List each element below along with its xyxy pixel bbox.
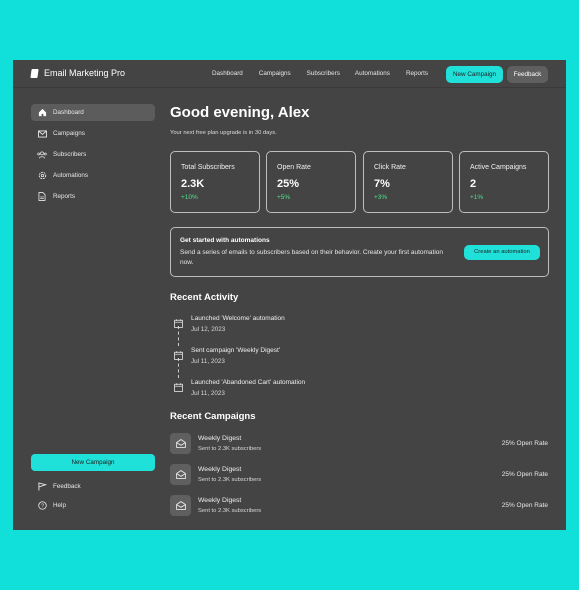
- promo-title: Get started with automations: [180, 237, 270, 244]
- campaign-mail-icon[interactable]: [170, 495, 191, 516]
- campaign-mail-icon[interactable]: [170, 464, 191, 485]
- top-nav: Dashboard Campaigns Subscribers Automati…: [212, 70, 428, 77]
- page-title: Good evening, Alex: [170, 104, 310, 121]
- stat-card-active-campaigns: Active Campaigns 2 +1%: [459, 151, 549, 213]
- stat-change: +10%: [181, 194, 198, 201]
- activity-title: Launched 'Welcome' automation: [191, 315, 285, 322]
- campaign-name[interactable]: Weekly Digest: [198, 497, 241, 504]
- stat-label: Click Rate: [374, 164, 406, 171]
- sidebar-item-dashboard[interactable]: Dashboard: [31, 104, 155, 121]
- activity-title: Launched 'Abandoned Cart' automation: [191, 379, 306, 386]
- timeline-connector: [178, 358, 179, 378]
- topnav-subscribers[interactable]: Subscribers: [307, 70, 340, 77]
- campaign-open-rate: 25% Open Rate: [501, 502, 548, 509]
- stat-label: Active Campaigns: [470, 164, 527, 171]
- promo-description: Send a series of emails to subscribers b…: [180, 249, 444, 266]
- page-subtitle: Your next free plan upgrade is in 30 day…: [170, 130, 277, 136]
- document-icon: [37, 192, 47, 202]
- recent-activity-title: Recent Activity: [170, 292, 239, 303]
- sidebar-item-automations[interactable]: Automations: [31, 167, 155, 184]
- activity-date: Jul 11, 2023: [191, 390, 225, 397]
- stat-label: Open Rate: [277, 164, 311, 171]
- stat-value: 2.3K: [181, 178, 205, 190]
- sidebar-item-label: Automations: [53, 172, 89, 179]
- stat-card-open-rate: Open Rate 25% +5%: [266, 151, 356, 213]
- topnav-automations[interactable]: Automations: [355, 70, 390, 77]
- campaign-open-rate: 25% Open Rate: [501, 471, 548, 478]
- sidebar-new-campaign-button[interactable]: New Campaign: [31, 454, 155, 471]
- new-campaign-button[interactable]: New Campaign: [446, 66, 503, 83]
- app-window: Email Marketing Pro Dashboard Campaigns …: [13, 60, 566, 530]
- campaign-meta: Sent to 2.3K subscribers: [198, 508, 262, 514]
- sidebar-item-label: Dashboard: [53, 109, 84, 116]
- topnav-reports[interactable]: Reports: [406, 70, 428, 77]
- flag-icon: [37, 482, 47, 492]
- stat-value: 2: [470, 178, 477, 190]
- sidebar-item-subscribers[interactable]: Subscribers: [31, 146, 155, 163]
- activity-date: Jul 11, 2023: [191, 358, 225, 365]
- sidebar-item-label: Campaigns: [53, 130, 85, 137]
- calendar-icon: [174, 315, 183, 328]
- users-icon: [37, 150, 47, 160]
- sidebar-item-feedback[interactable]: Feedback: [31, 478, 155, 495]
- create-automation-button[interactable]: Create an automation: [464, 245, 540, 260]
- stat-change: +5%: [277, 194, 291, 201]
- feedback-button[interactable]: Feedback: [507, 66, 548, 83]
- campaign-open-rate: 25% Open Rate: [501, 440, 548, 447]
- sidebar-item-label: Reports: [53, 193, 76, 200]
- activity-date: Jul 12, 2023: [191, 326, 226, 333]
- campaign-meta: Sent to 2.3K subscribers: [198, 446, 262, 452]
- stat-value: 25%: [277, 178, 300, 190]
- mail-icon: [37, 129, 47, 139]
- app-name: Email Marketing Pro: [44, 68, 126, 78]
- stat-value: 7%: [374, 178, 390, 190]
- sidebar-item-label: Subscribers: [53, 151, 87, 158]
- stat-change: +1%: [470, 194, 484, 201]
- campaign-mail-icon[interactable]: [170, 433, 191, 454]
- recent-campaigns-title: Recent Campaigns: [170, 411, 256, 422]
- sidebar-item-campaigns[interactable]: Campaigns: [31, 125, 155, 142]
- top-bar: Email Marketing Pro Dashboard Campaigns …: [13, 60, 566, 88]
- stat-card-total-subscribers: Total Subscribers 2.3K +10%: [170, 151, 260, 213]
- sidebar-item-label: Feedback: [53, 483, 81, 490]
- topnav-dashboard[interactable]: Dashboard: [212, 70, 243, 77]
- help-icon: ?: [37, 501, 47, 511]
- gear-icon: [37, 171, 47, 181]
- automation-promo-card: Get started with automations Send a seri…: [170, 227, 549, 277]
- home-icon: [37, 108, 47, 118]
- brand[interactable]: Email Marketing Pro: [30, 68, 126, 78]
- stat-card-click-rate: Click Rate 7% +3%: [363, 151, 453, 213]
- sidebar-item-help[interactable]: ? Help: [31, 497, 155, 514]
- calendar-icon: [174, 347, 183, 360]
- campaign-name[interactable]: Weekly Digest: [198, 466, 241, 473]
- svg-text:?: ?: [41, 504, 44, 510]
- campaign-meta: Sent to 2.3K subscribers: [198, 477, 262, 483]
- stat-label: Total Subscribers: [181, 164, 235, 171]
- sidebar-item-reports[interactable]: Reports: [31, 188, 155, 205]
- topnav-campaigns[interactable]: Campaigns: [259, 70, 291, 77]
- logo-icon: [30, 68, 39, 78]
- stat-change: +3%: [374, 194, 388, 201]
- campaign-name[interactable]: Weekly Digest: [198, 435, 241, 442]
- sidebar-item-label: Help: [53, 502, 66, 509]
- activity-title: Sent campaign 'Weekly Digest': [191, 347, 281, 354]
- timeline-connector: [178, 326, 179, 346]
- calendar-icon: [174, 379, 183, 392]
